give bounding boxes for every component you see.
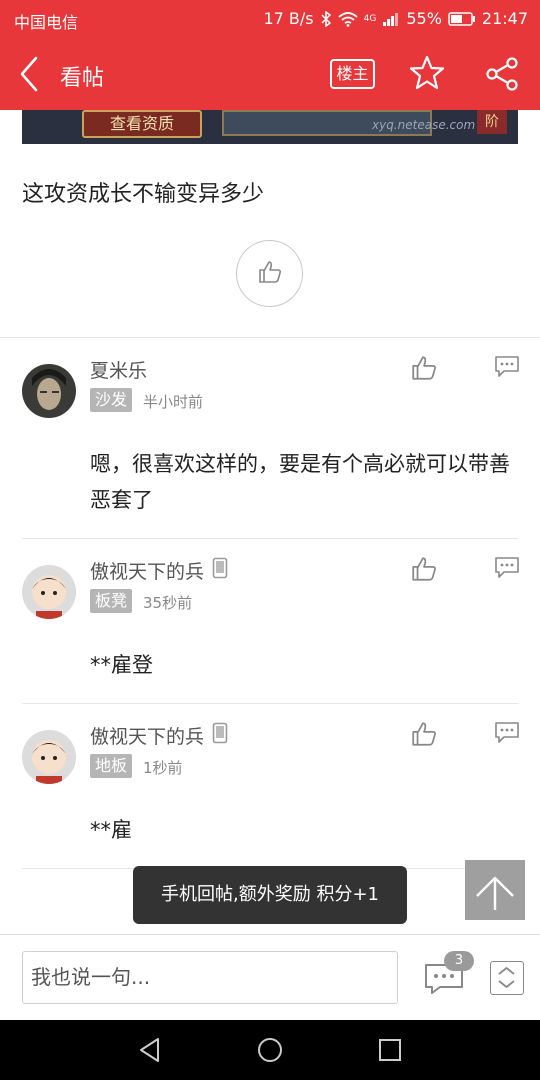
comment-reply-icon[interactable] <box>494 555 520 581</box>
back-to-top-button[interactable] <box>465 860 525 920</box>
app-bar: 看帖 楼主 <box>0 38 540 110</box>
comment-like-icon[interactable] <box>410 354 438 382</box>
back-icon[interactable] <box>14 54 50 94</box>
divider <box>22 538 518 539</box>
reply-input[interactable]: 我也说一句... <box>22 951 398 1004</box>
divider <box>22 703 518 704</box>
banner-badge: 阶 <box>477 110 507 134</box>
floor-badge: 板凳 <box>90 589 133 613</box>
check-qualification-button[interactable]: 查看资质 <box>82 110 202 138</box>
avatar[interactable] <box>22 730 76 784</box>
comment-count-badge: 3 <box>444 951 474 971</box>
comment-like-icon[interactable] <box>410 720 438 748</box>
floor-badge: 沙发 <box>90 388 133 412</box>
comment-author[interactable]: 夏米乐 <box>90 356 147 383</box>
thumbs-up-icon <box>257 259 283 289</box>
status-bar: 中国电信 17 B/s 4G 55% 21:47 <box>0 0 540 38</box>
wifi-icon <box>338 11 358 27</box>
nav-recents-icon[interactable] <box>376 1036 404 1064</box>
carrier-name: 中国电信 <box>14 13 79 32</box>
comment-like-icon[interactable] <box>410 555 438 583</box>
avatar[interactable] <box>22 565 76 619</box>
comment-body: **雇 <box>90 818 132 842</box>
comment-author[interactable]: 傲视天下的兵 <box>90 557 228 584</box>
battery-icon <box>448 11 476 26</box>
nav-home-icon[interactable] <box>256 1036 284 1064</box>
comment-time: 35秒前 <box>143 594 193 612</box>
comment-reply-icon[interactable] <box>494 720 520 746</box>
status-right: 17 B/s 4G 55% 21:47 <box>263 9 528 28</box>
mobile-device-icon <box>212 722 228 749</box>
bottom-bar: 我也说一句... 3 <box>0 934 540 1020</box>
owner-only-button[interactable]: 楼主 <box>330 59 375 89</box>
network-speed: 17 B/s <box>263 9 314 28</box>
page-title: 看帖 <box>60 66 105 91</box>
signal-icon <box>382 11 400 27</box>
post-body: 这攻资成长不输变异多少 <box>22 182 265 207</box>
clock: 21:47 <box>481 9 528 28</box>
system-nav-bar <box>0 1020 540 1080</box>
divider <box>0 337 540 338</box>
share-icon[interactable] <box>484 56 520 92</box>
comment-time: 半小时前 <box>143 393 204 411</box>
comment-reply-icon[interactable] <box>494 354 520 380</box>
comment-body: **雇登 <box>90 653 153 677</box>
scroll-up-down-icon[interactable] <box>490 961 524 995</box>
battery-percent: 55% <box>406 9 442 28</box>
mobile-device-icon <box>212 557 228 584</box>
comment-time: 1秒前 <box>143 759 183 777</box>
floor-badge: 地板 <box>90 754 133 778</box>
network-type: 4G <box>363 13 377 24</box>
toast-message: 手机回帖,额外奖励 积分+1 <box>133 866 407 924</box>
post-like-button[interactable] <box>236 240 303 307</box>
comment-body: 嗯，很喜欢这样的，要是有个高必就可以带善恶套了 <box>90 452 510 512</box>
nav-back-icon[interactable] <box>136 1036 164 1064</box>
banner-url: xyq.netease.com <box>372 118 476 132</box>
comment-author[interactable]: 傲视天下的兵 <box>90 722 228 749</box>
post-image-banner[interactable]: 查看资质 xyq.netease.com 阶 <box>22 110 518 144</box>
star-icon[interactable] <box>408 54 446 92</box>
avatar[interactable] <box>22 364 76 418</box>
bluetooth-icon <box>320 10 332 27</box>
